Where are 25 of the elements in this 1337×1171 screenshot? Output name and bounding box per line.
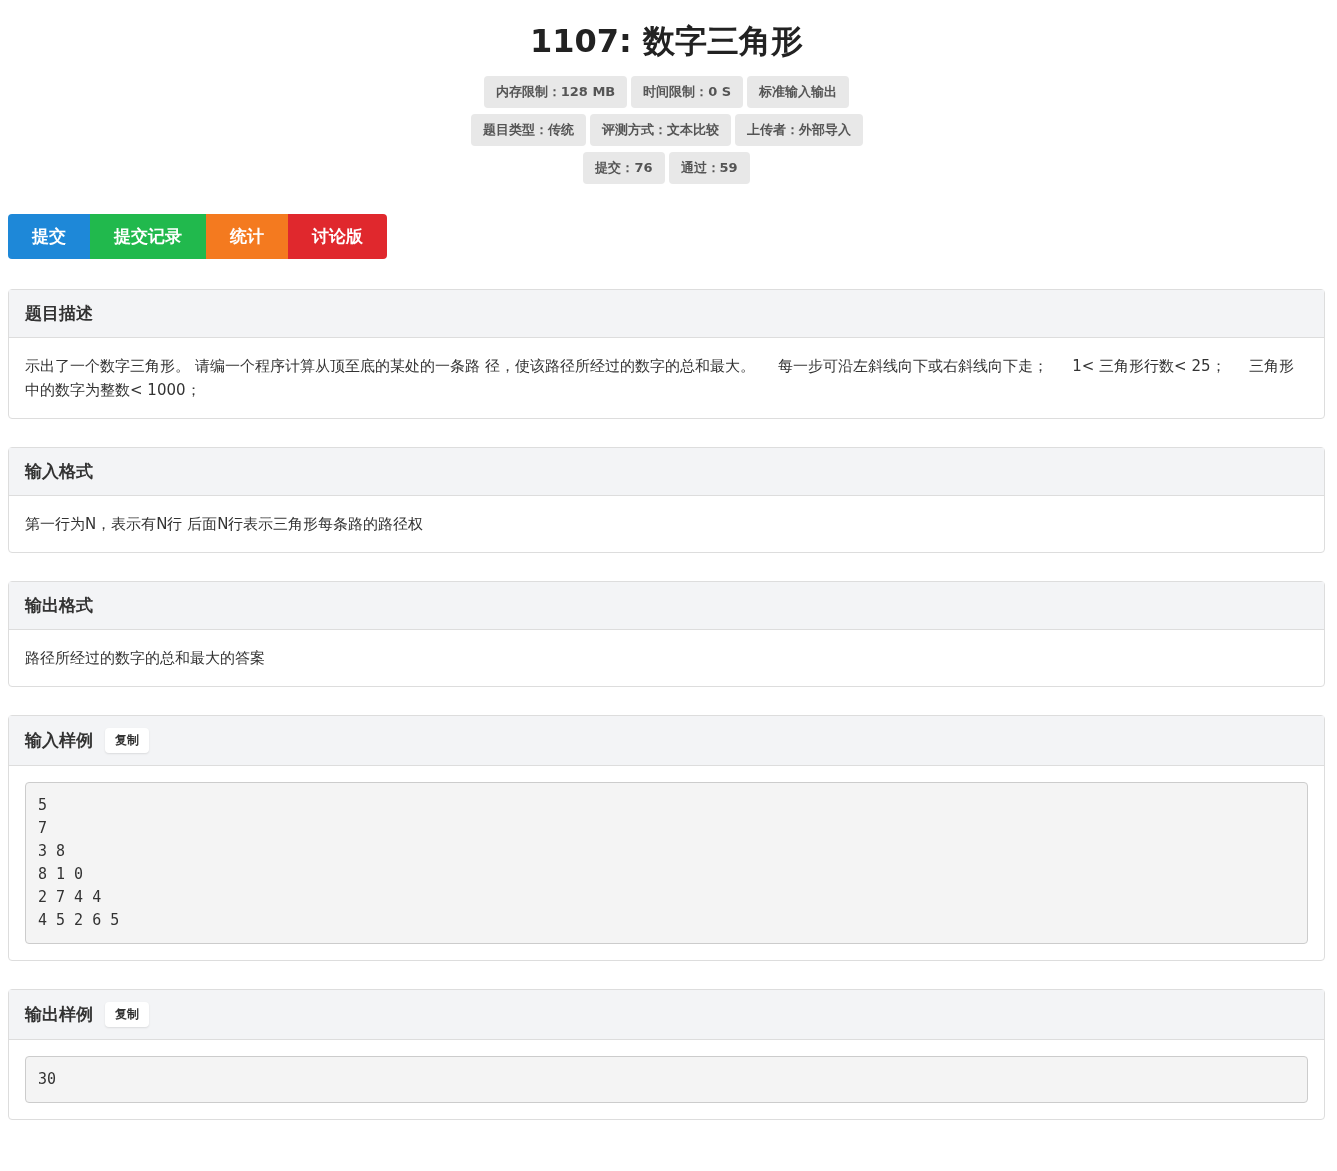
action-button[interactable]: 提交记录 [90,214,206,259]
section-title: 题目描述 [25,302,93,325]
section-text: 第一行为N，表示有N行 后面N行表示三角形每条路的路径权 [25,514,425,535]
info-tag: 提交：76 [583,152,665,184]
info-tag: 时间限制：0 S [631,76,744,108]
copy-button[interactable]: 复制 [105,1002,149,1027]
info-tag: 上传者：外部导入 [734,114,863,146]
info-tag: 题目类型：传统 [470,114,586,146]
info-tag: 内存限制：128 MB [483,76,628,108]
sample-code: 5 7 3 8 8 1 0 2 7 4 4 4 5 2 6 5 [25,782,1308,944]
problem-title: 1107: 数字三角形 [529,21,804,62]
action-button[interactable]: 提交 [8,214,90,259]
section-title: 输出样例 [25,1003,93,1026]
action-button[interactable]: 统计 [206,214,288,259]
sample-code: 30 [25,1056,1308,1103]
info-tag: 通过：59 [668,152,750,184]
section-text: 示出了一个数字三角形。 请编一个程序计算从顶至底的某处的一条路 径，使该路径所经过的数字的总和最大。 每一步可沿左斜线向下或右斜线向下走； 1< 三角形行数< 25； 三角形中的数字为整数< 1000； [25,356,1296,401]
copy-button[interactable]: 复制 [105,728,149,753]
action-button[interactable]: 讨论版 [288,214,387,259]
section-title: 输出格式 [25,594,93,617]
info-tag: 标准输入输出 [747,76,850,108]
section-title: 输入格式 [25,460,93,483]
info-tag: 评测方式：文本比较 [589,114,731,146]
section-title: 输入样例 [25,729,93,752]
section-text: 路径所经过的数字的总和最大的答案 [25,648,266,669]
